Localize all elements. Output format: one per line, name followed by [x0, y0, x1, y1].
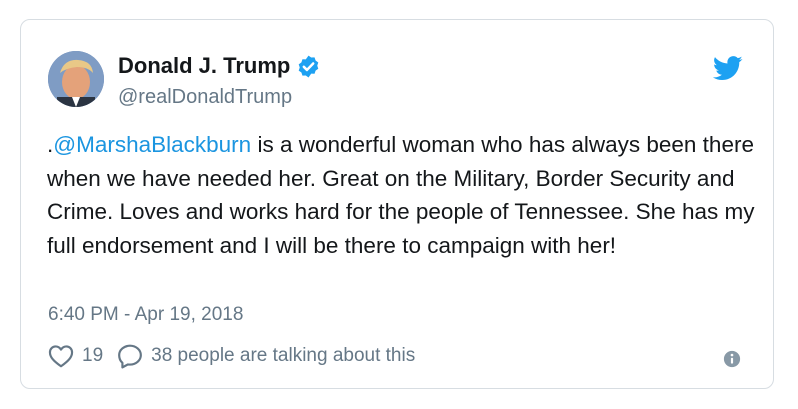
- author-row: Donald J. Trump: [118, 53, 321, 79]
- tweet-card[interactable]: Donald J. Trump @realDonaldTrump .@Marsh…: [20, 19, 774, 389]
- info-icon[interactable]: [723, 350, 741, 368]
- author-handle[interactable]: @realDonaldTrump: [118, 86, 292, 109]
- avatar[interactable]: [48, 51, 104, 107]
- heart-icon[interactable]: [48, 344, 74, 368]
- like-count[interactable]: 19: [82, 345, 103, 367]
- tweet-actions: 19 38 people are talking about this: [48, 343, 415, 369]
- speech-bubble-icon[interactable]: [117, 343, 143, 369]
- avatar-photo: [48, 51, 104, 107]
- mention-link[interactable]: @MarshaBlackburn: [53, 132, 251, 157]
- twitter-bird-icon[interactable]: [713, 56, 743, 81]
- verified-badge-icon: [299, 55, 319, 77]
- author-name[interactable]: Donald J. Trump: [118, 53, 290, 79]
- tweet-text: .@MarshaBlackburn is a wonderful woman w…: [47, 128, 762, 262]
- talking-count[interactable]: 38 people are talking about this: [151, 345, 415, 367]
- tweet-timestamp[interactable]: 6:40 PM - Apr 19, 2018: [48, 304, 243, 326]
